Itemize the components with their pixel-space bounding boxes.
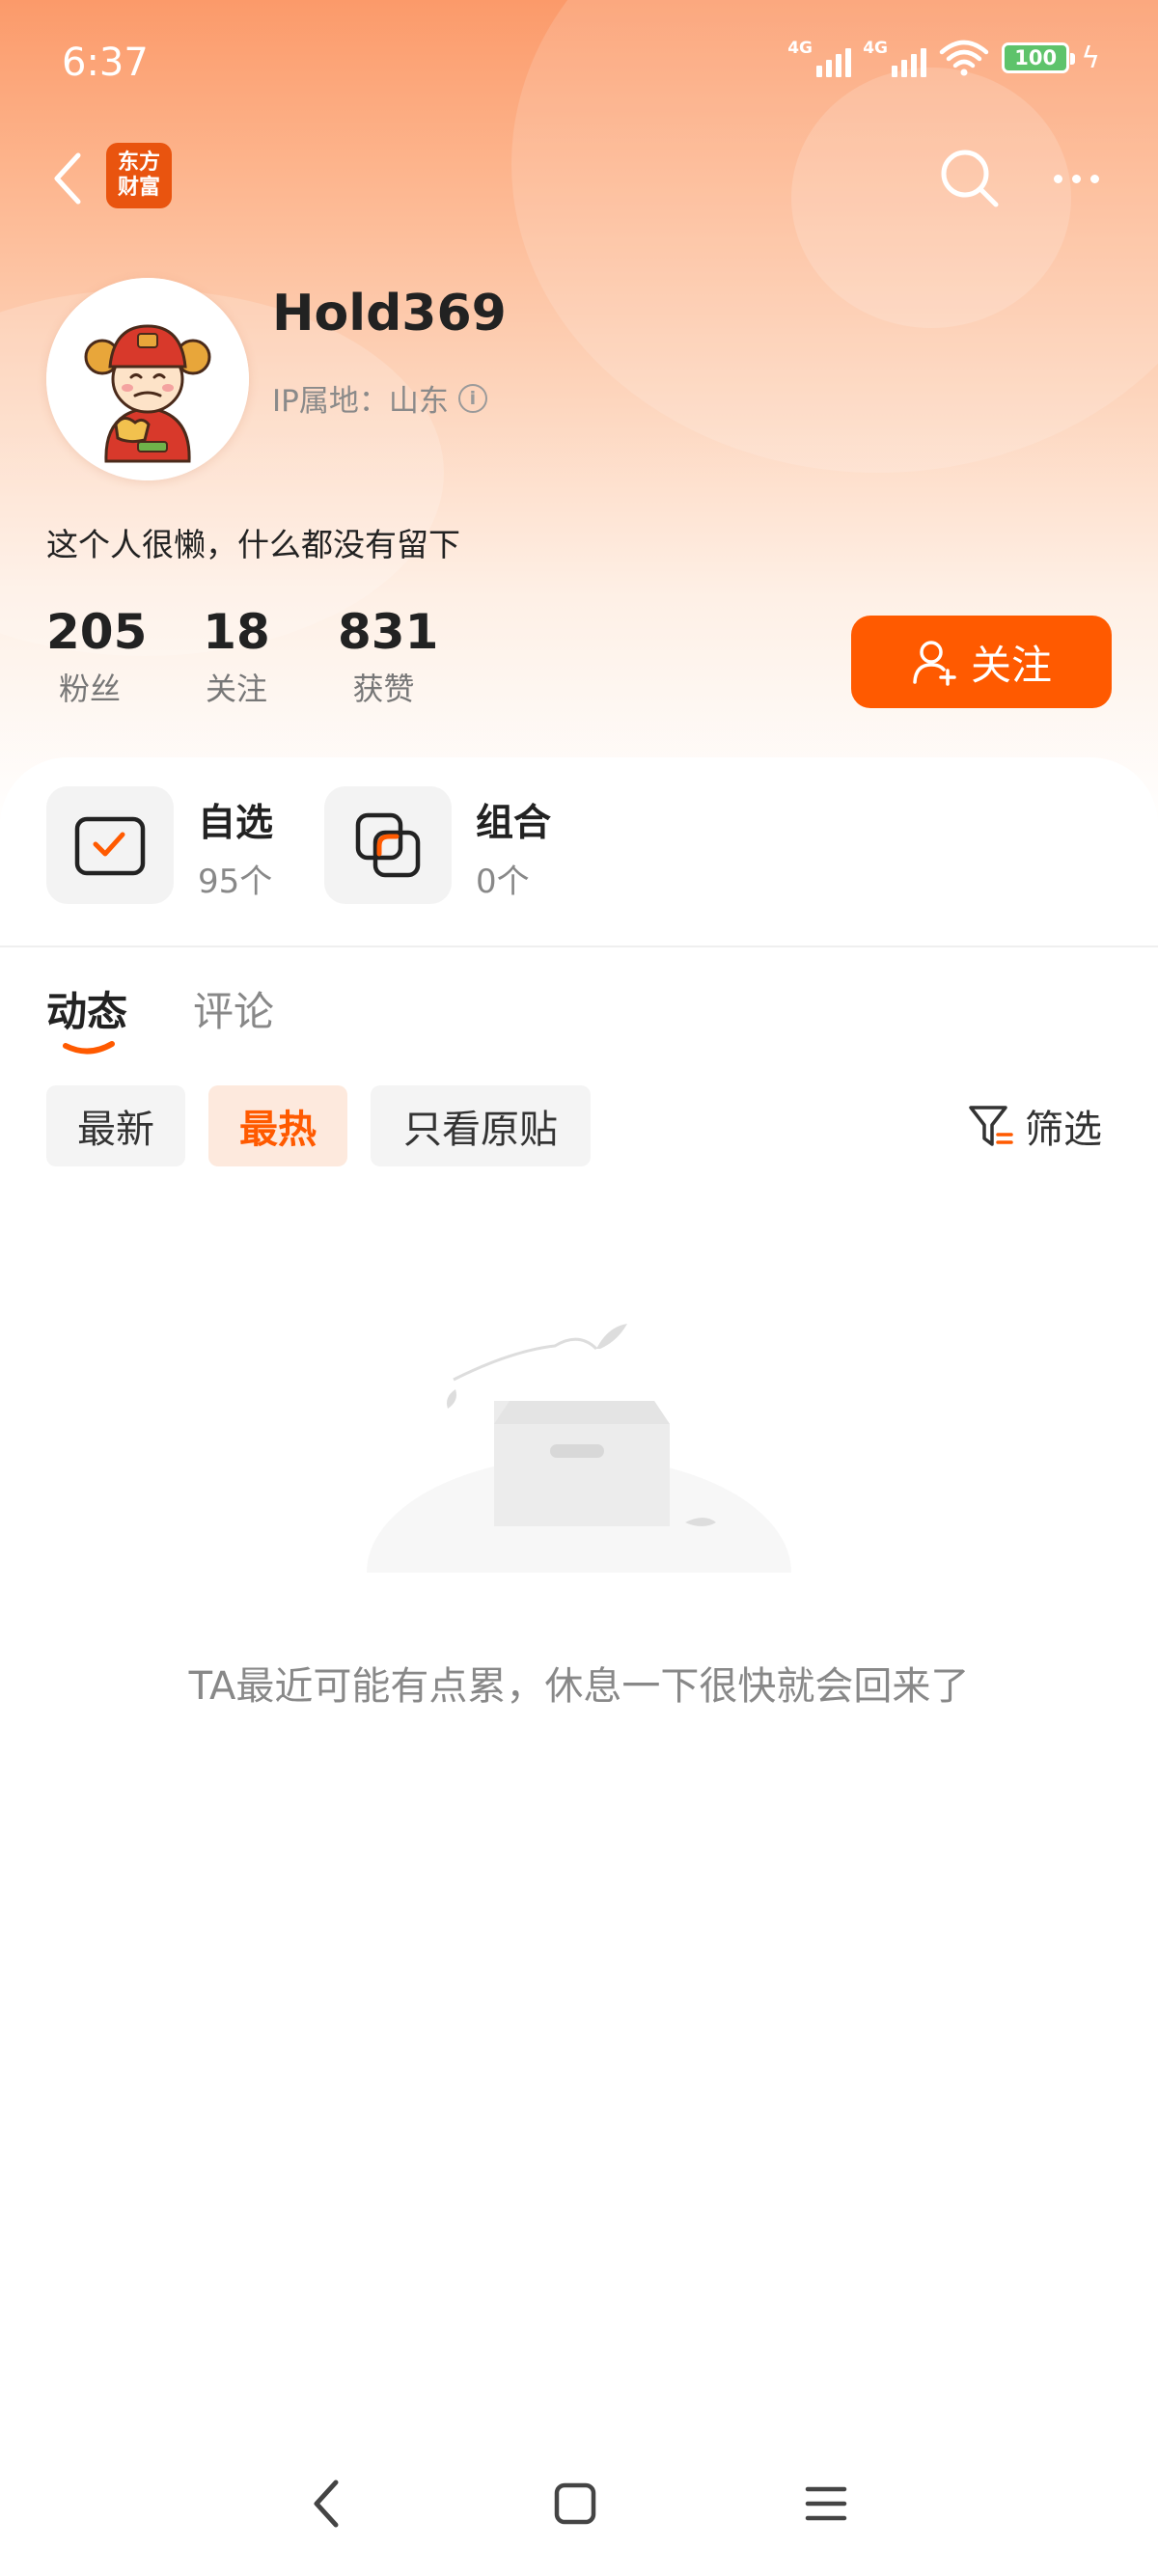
more-dots-icon	[1053, 174, 1062, 183]
system-nav-bar	[0, 2451, 1158, 2557]
filter-label: 筛选	[1025, 1108, 1102, 1152]
wifi-icon	[939, 40, 989, 76]
watchlist-shortcut[interactable]	[46, 786, 174, 904]
stat-label: 关注	[205, 671, 267, 707]
cell-signal-icon: 4G	[863, 39, 927, 77]
follow-button[interactable]: 关注	[851, 616, 1112, 708]
nav-home-button[interactable]	[537, 2470, 614, 2537]
stat-label: 粉丝	[58, 671, 121, 707]
stat-likes[interactable]: 831 获赞	[338, 603, 439, 709]
nav-back-icon	[314, 2480, 339, 2528]
portfolio-icon	[355, 812, 421, 878]
cell-signal-icon: 4G	[787, 39, 852, 77]
tab-active-indicator	[63, 1041, 115, 1055]
back-button[interactable]	[39, 145, 96, 212]
ip-location: IP属地：山东	[272, 384, 449, 419]
nav-home-icon	[554, 2482, 596, 2525]
watchlist-title[interactable]: 自选	[198, 793, 273, 847]
stat-value: 831	[338, 604, 439, 660]
chevron-left-icon	[54, 152, 81, 205]
add-user-icon	[913, 641, 956, 686]
stat-value: 205	[46, 604, 148, 660]
info-icon[interactable]: i	[457, 383, 487, 413]
search-button[interactable]	[931, 140, 1008, 217]
app-logo[interactable]: 东方 财富	[106, 143, 172, 208]
more-button[interactable]	[1033, 140, 1119, 217]
divider	[0, 945, 1158, 947]
chip-original-only[interactable]: 只看原贴	[371, 1085, 591, 1166]
status-time: 6:37	[62, 41, 149, 85]
chip-latest[interactable]: 最新	[46, 1085, 185, 1166]
portfolio-title[interactable]: 组合	[476, 793, 551, 847]
watchlist-count: 95个	[198, 863, 273, 901]
portfolio-shortcut[interactable]	[324, 786, 452, 904]
charging-icon: ϟ	[1081, 41, 1100, 75]
chip-hottest[interactable]: 最热	[208, 1085, 347, 1166]
status-icons: 4G 4G 100 ϟ	[787, 39, 1100, 77]
portfolio-count: 0个	[476, 863, 530, 901]
tab-posts[interactable]: 动态	[46, 979, 127, 1038]
avatar[interactable]	[46, 278, 249, 480]
filter-icon	[969, 1106, 1013, 1146]
filter-button[interactable]: 筛选	[967, 1098, 1102, 1154]
nav-back-button[interactable]	[288, 2470, 365, 2537]
stat-value: 18	[203, 604, 270, 660]
fortune-god-avatar-icon	[46, 278, 249, 480]
status-bar: 6:37 4G 4G 100 ϟ	[0, 0, 1158, 130]
watchlist-check-icon	[74, 816, 146, 876]
stat-following[interactable]: 18 关注	[198, 603, 275, 709]
stat-fans[interactable]: 205 粉丝	[46, 603, 148, 709]
ip-location-row: IP属地：山东 i	[272, 376, 487, 420]
nav-menu-button[interactable]	[787, 2470, 865, 2537]
tab-comments[interactable]: 评论	[193, 979, 274, 1038]
stat-label: 获赞	[352, 671, 415, 707]
empty-state-message: TA最近可能有点累，休息一下很快就会回来了	[188, 1664, 970, 1709]
nav-menu-icon	[805, 2486, 847, 2521]
empty-box-illustration	[347, 1324, 811, 1582]
search-icon	[941, 150, 999, 207]
follow-label: 关注	[970, 641, 1052, 689]
username: Hold369	[272, 285, 507, 343]
battery-icon: 100	[1002, 42, 1076, 73]
bio: 这个人很懒，什么都没有留下	[46, 526, 460, 563]
top-bar: 东方 财富	[0, 135, 1158, 222]
